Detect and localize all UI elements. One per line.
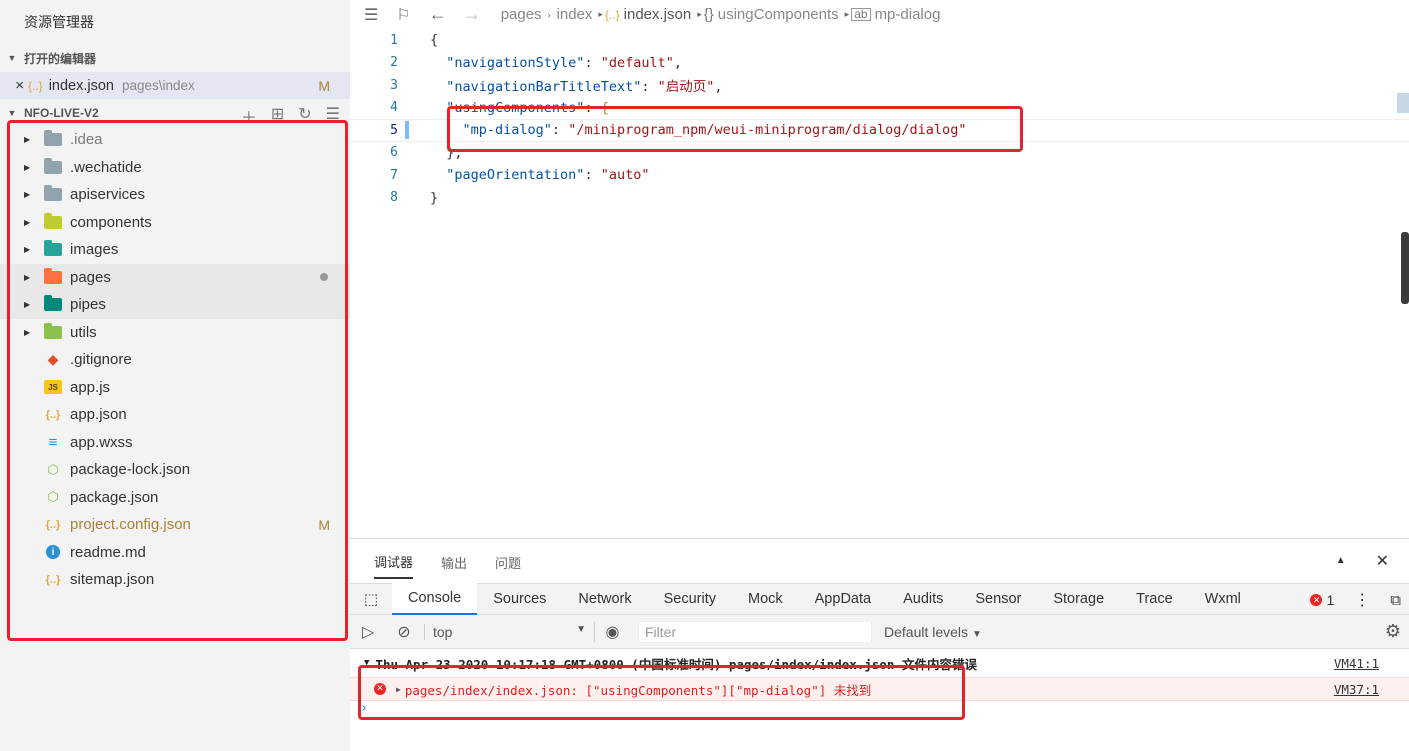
- highlight-box-code: [447, 106, 1023, 152]
- chevron-right-icon: ▸: [844, 9, 850, 19]
- tab-debugger[interactable]: 调试器: [374, 552, 414, 579]
- project-label: NFO-LIVE-V2: [24, 106, 99, 120]
- highlight-box-file-tree: [7, 120, 348, 641]
- chevron-down-icon: ▼: [576, 623, 586, 635]
- breadcrumb-pages[interactable]: pages: [501, 6, 542, 23]
- string-icon: ab: [851, 8, 871, 21]
- breadcrumb-mp-dialog[interactable]: mp-dialog: [875, 6, 941, 23]
- code-line-1: 1{: [390, 32, 439, 49]
- chevron-right-icon: ▸: [697, 9, 702, 19]
- devtools-right-controls: ✕ 1 ⋮ ⧉: [1310, 584, 1401, 616]
- inspect-element-icon[interactable]: ⬚: [350, 590, 392, 608]
- json-value: "auto": [600, 167, 650, 184]
- wechat-devtools-window: 资源管理器 ▼ 打开的编辑器 × {..} index.json pages\i…: [0, 0, 1409, 751]
- console-toolbar: ▷ ⊘ top ▼ ◉ Filter Default levels ▼ ⚙: [350, 615, 1409, 649]
- devtools-panel-tabs: ⬚ Console Sources Network Security Mock …: [350, 583, 1409, 615]
- open-editor-filename: index.json: [48, 77, 114, 94]
- json-key: "navigationBarTitleText": [446, 79, 642, 96]
- breadcrumb-file[interactable]: index.json: [624, 6, 692, 23]
- close-icon[interactable]: ×: [0, 77, 26, 94]
- chevron-right-icon: ›: [547, 9, 551, 20]
- sidebar-toggle-icon[interactable]: ▷: [350, 622, 386, 642]
- code-line-3: 3 "navigationBarTitleText": "启动页",: [390, 77, 723, 96]
- code-line-7: 7 "pageOrientation": "auto": [390, 167, 650, 184]
- chevron-down-icon: ▼: [7, 53, 17, 63]
- tab-sources[interactable]: Sources: [477, 583, 562, 615]
- json-value: "default": [600, 54, 674, 71]
- json-value: "启动页": [657, 79, 715, 96]
- levels-label: Default levels: [884, 623, 969, 640]
- tab-wxml[interactable]: Wxml: [1189, 583, 1257, 615]
- bookmark-icon[interactable]: ⚐: [396, 5, 410, 25]
- filter-input[interactable]: Filter: [638, 620, 872, 643]
- maximize-icon[interactable]: ▲: [1336, 555, 1346, 571]
- modified-badge: M: [318, 77, 330, 94]
- tab-sensor[interactable]: Sensor: [959, 583, 1037, 615]
- back-arrow-icon[interactable]: ←: [429, 4, 447, 25]
- error-icon: ✕: [1310, 594, 1323, 606]
- gear-icon[interactable]: ⚙: [1385, 621, 1401, 642]
- open-editors-label: 打开的编辑器: [24, 51, 97, 66]
- code-line-2: 2 "navigationStyle": "default",: [390, 54, 682, 71]
- source-link[interactable]: VM37:1: [1334, 682, 1379, 697]
- more-options-icon[interactable]: ⋮: [1354, 590, 1370, 610]
- breadcrumb: ☰ ⚐ ← → pages › index ▸ {..} index.json …: [350, 0, 1409, 29]
- chevron-right-icon: ▸: [598, 9, 603, 19]
- tab-security[interactable]: Security: [648, 583, 732, 615]
- tab-output[interactable]: 输出: [441, 553, 467, 578]
- json-key: "pageOrientation": [446, 167, 585, 184]
- open-editor-item[interactable]: × {..} index.json pages\index M: [0, 72, 350, 99]
- error-counter[interactable]: ✕ 1: [1310, 592, 1334, 608]
- panel-controls: ▲ ✕: [1336, 551, 1389, 571]
- highlight-box-console-error: [358, 665, 965, 720]
- code-editor: ☰ ⚐ ← → pages › index ▸ {..} index.json …: [350, 0, 1409, 538]
- tab-trace[interactable]: Trace: [1120, 583, 1189, 615]
- json-key: "navigationStyle": [446, 54, 585, 71]
- tab-mock[interactable]: Mock: [732, 583, 799, 615]
- open-editors-header[interactable]: ▼ 打开的编辑器: [0, 47, 350, 69]
- object-icon: {}: [703, 6, 714, 23]
- context-value: top: [433, 623, 453, 640]
- tab-storage[interactable]: Storage: [1037, 583, 1120, 615]
- open-editor-path: pages\index: [121, 78, 195, 93]
- forward-arrow-icon[interactable]: →: [463, 4, 481, 25]
- tab-appdata[interactable]: AppData: [799, 583, 887, 615]
- code-text: }: [430, 189, 439, 206]
- close-icon[interactable]: ✕: [1376, 551, 1389, 571]
- chevron-down-icon: ▼: [7, 108, 17, 118]
- side-handle[interactable]: [1401, 232, 1409, 304]
- levels-dropdown[interactable]: Default levels ▼: [884, 624, 982, 640]
- modified-gutter: [405, 121, 409, 140]
- breadcrumb-index[interactable]: index: [557, 6, 593, 23]
- tab-problems[interactable]: 问题: [495, 553, 521, 578]
- tab-console[interactable]: Console: [392, 583, 478, 615]
- error-count: 1: [1326, 592, 1335, 608]
- source-link[interactable]: VM41:1: [1334, 656, 1379, 671]
- json-icon: {..}: [28, 78, 43, 93]
- context-selector[interactable]: top ▼: [424, 623, 594, 640]
- explorer-title: 资源管理器: [24, 14, 94, 30]
- dock-icon[interactable]: ⧉: [1390, 592, 1401, 609]
- json-icon: {..}: [604, 7, 620, 22]
- bottom-tabs: 调试器 输出 问题 ▲ ✕: [350, 539, 1409, 583]
- code-text: {: [430, 32, 439, 49]
- code-line-8: 8}: [390, 189, 439, 206]
- tab-audits[interactable]: Audits: [887, 583, 959, 615]
- outline-icon[interactable]: ☰: [364, 5, 378, 25]
- clear-console-icon[interactable]: ⊘: [386, 622, 422, 642]
- tab-network[interactable]: Network: [562, 583, 647, 615]
- scrollbar-marker[interactable]: [1397, 93, 1409, 113]
- breadcrumb-usingcomponents[interactable]: usingComponents: [718, 6, 839, 23]
- chevron-down-icon: ▼: [971, 628, 982, 640]
- eye-icon[interactable]: ◉: [594, 621, 630, 642]
